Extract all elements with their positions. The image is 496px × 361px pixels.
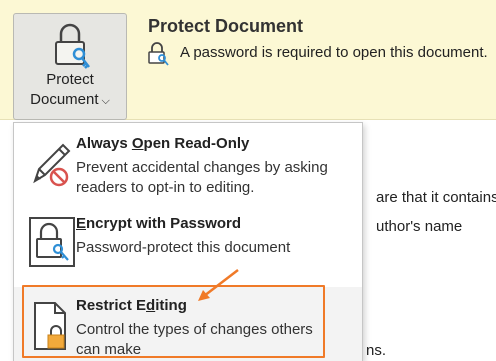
menu-item-title: Always Open Read-Only: [76, 135, 250, 152]
desc-line: readers to opt-in to editing.: [76, 179, 255, 196]
lock-key-icon: [148, 42, 169, 66]
mnemonic-letter: E: [76, 215, 87, 232]
banner-title: Protect Document: [148, 16, 304, 36]
chevron-down-icon: ⌵: [101, 95, 110, 107]
mnemonic-letter: O: [131, 135, 144, 152]
background-text: uthor's name: [376, 218, 463, 235]
background-text: ns.: [366, 342, 387, 359]
menu-item-description: Password-protect this document: [76, 239, 291, 256]
pencil-prohibited-icon: [33, 143, 71, 187]
menu-item-title: Encrypt with Password: [76, 215, 242, 232]
button-line2-text: Document: [30, 91, 99, 108]
banner-description: A password is required to open this docu…: [180, 44, 488, 61]
menu-item-description: Prevent accidental changes by asking rea…: [76, 158, 348, 198]
protect-document-button[interactable]: Protect Document ⌵: [13, 13, 127, 120]
desc-line: Prevent accidental changes by asking: [76, 159, 328, 176]
restrict-editing-highlight: [22, 285, 325, 358]
lock-key-icon: [29, 217, 75, 267]
menu-item-encrypt-with-password[interactable]: Encrypt with Password Password-protect t…: [14, 207, 362, 287]
protect-document-banner: Protect Document ⌵ Protect Document A pas…: [0, 0, 496, 120]
button-line1: Protect: [46, 71, 94, 88]
menu-item-always-open-read-only[interactable]: Always Open Read-Only Prevent accidental…: [14, 123, 362, 207]
button-line2: Document ⌵: [14, 90, 126, 111]
lock-key-icon: [55, 23, 90, 69]
annotation-arrow-icon: [198, 269, 239, 301]
protect-document-label: Protect Document ⌵: [14, 70, 126, 111]
background-text: are that it contains:: [376, 189, 496, 206]
